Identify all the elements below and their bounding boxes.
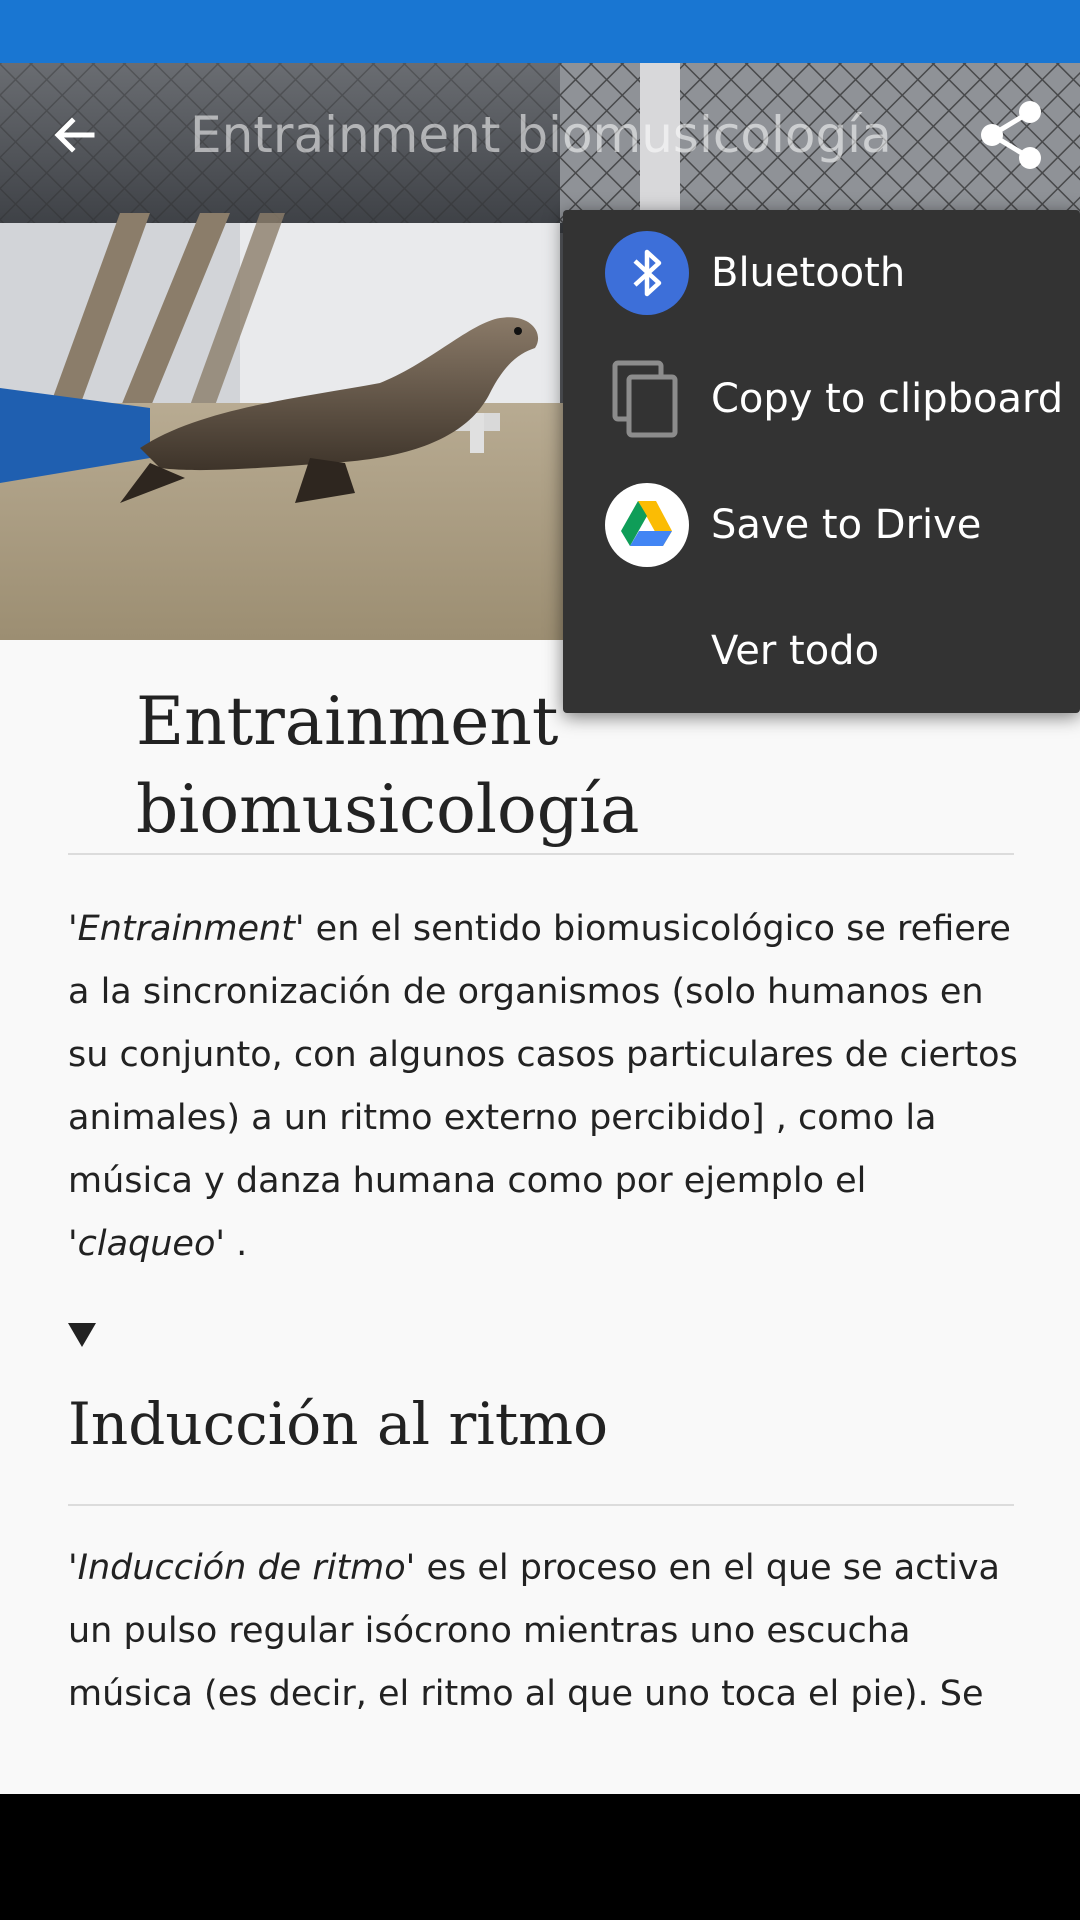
- menu-item-bluetooth[interactable]: Bluetooth: [563, 210, 1080, 336]
- back-button[interactable]: [34, 95, 114, 175]
- intro-text: en el sentido biomusicológico se refiere…: [68, 909, 1018, 1201]
- toolbar-title: Entrainment biomusicología: [190, 106, 892, 164]
- menu-item-ver-todo[interactable]: Ver todo: [563, 588, 1080, 714]
- page-title-line2: biomusicología: [136, 771, 640, 848]
- share-menu: Bluetooth Copy to clipboard Save to Driv…: [563, 210, 1080, 713]
- page-title-line1: Entrainment: [136, 683, 559, 760]
- menu-label-ver-todo: Ver todo: [711, 628, 880, 674]
- article-content: Entrainment biomusicología 'Entrainment'…: [0, 640, 1080, 1794]
- triangle-down-icon[interactable]: [68, 1323, 96, 1347]
- navigation-bar: [0, 1794, 1080, 1920]
- drive-icon: [605, 483, 689, 567]
- intro-paragraph: 'Entrainment' en el sentido biomusicológ…: [68, 898, 1028, 1276]
- section-divider: [68, 1504, 1014, 1506]
- section-paragraph: 'Inducción de ritmo' es el proceso en el…: [68, 1537, 1028, 1726]
- intro-term2: 'claqueo': [68, 1224, 226, 1264]
- share-icon: [981, 101, 1041, 169]
- menu-label-copy-to-clipboard: Copy to clipboard: [711, 376, 1064, 422]
- share-button[interactable]: [966, 95, 1056, 175]
- clipboard-icon: [612, 360, 678, 438]
- title-divider: [68, 853, 1014, 855]
- section-heading: Inducción al ritmo: [68, 1390, 609, 1458]
- arrow-back-icon: [54, 117, 95, 153]
- section-term: 'Inducción de ritmo': [68, 1548, 416, 1588]
- bluetooth-icon: [605, 231, 689, 315]
- menu-label-bluetooth: Bluetooth: [711, 250, 906, 296]
- intro-end: .: [225, 1224, 248, 1264]
- intro-term: 'Entrainment': [68, 909, 305, 949]
- menu-label-save-to-drive: Save to Drive: [711, 502, 982, 548]
- status-bar: [0, 0, 1080, 63]
- menu-item-save-to-drive[interactable]: Save to Drive: [563, 462, 1080, 588]
- menu-item-copy-to-clipboard[interactable]: Copy to clipboard: [563, 336, 1080, 462]
